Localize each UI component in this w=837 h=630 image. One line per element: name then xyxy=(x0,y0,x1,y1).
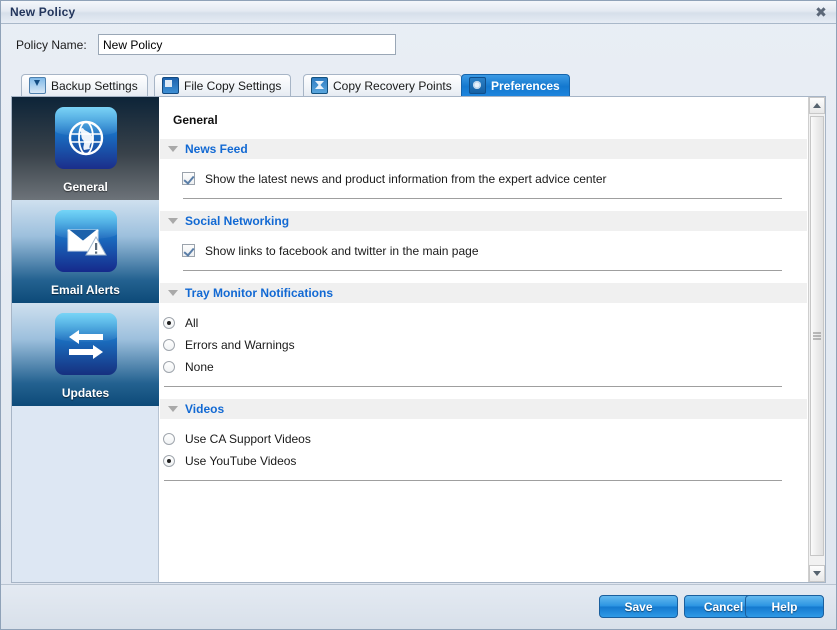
tray-notify-all-radio[interactable] xyxy=(163,317,175,329)
section-tray-monitor-notifications: Tray Monitor Notifications All Errors an… xyxy=(160,283,807,387)
section-videos: Videos Use CA Support Videos Use YouTube… xyxy=(160,399,807,481)
tab-file-copy-settings[interactable]: File Copy Settings xyxy=(154,74,291,96)
section-header[interactable]: Tray Monitor Notifications xyxy=(160,283,807,303)
tray-notify-errors-warnings-radio[interactable] xyxy=(163,339,175,351)
tab-bar: Backup Settings File Copy Settings Copy … xyxy=(11,74,826,97)
section-header[interactable]: Social Networking xyxy=(160,211,807,231)
option-row: All xyxy=(163,312,807,333)
sidebar-item-label: Email Alerts xyxy=(12,283,159,297)
window-titlebar: New Policy ✖ xyxy=(1,1,836,24)
chevron-down-icon xyxy=(168,290,178,296)
chevron-down-icon xyxy=(168,218,178,224)
scroll-up-arrow-icon[interactable] xyxy=(809,97,825,114)
section-title: Tray Monitor Notifications xyxy=(185,286,333,300)
scrollbar-thumb-grip xyxy=(813,333,821,340)
scroll-down-arrow-icon[interactable] xyxy=(809,565,825,582)
page-title: General xyxy=(173,113,218,127)
section-title: Videos xyxy=(185,402,224,416)
option-label: Show the latest news and product informa… xyxy=(205,172,607,186)
section-header[interactable]: News Feed xyxy=(160,139,807,159)
sync-arrows-icon xyxy=(55,313,117,375)
preferences-sidebar: General Em xyxy=(12,97,159,582)
section-title: Social Networking xyxy=(185,214,289,228)
policy-name-label: Policy Name: xyxy=(16,38,87,52)
social-links-checkbox[interactable] xyxy=(182,244,195,257)
scrollbar-thumb[interactable] xyxy=(810,116,824,556)
help-button[interactable]: Help xyxy=(745,595,824,618)
option-label: Errors and Warnings xyxy=(185,338,295,352)
option-row: Show links to facebook and twitter in th… xyxy=(182,240,807,261)
tab-label: Backup Settings xyxy=(51,79,138,93)
use-youtube-videos-radio[interactable] xyxy=(163,455,175,467)
window-title: New Policy xyxy=(10,5,75,19)
divider xyxy=(164,480,782,481)
tab-backup-settings[interactable]: Backup Settings xyxy=(21,74,148,96)
mail-alert-icon xyxy=(55,210,117,272)
section-body: Show the latest news and product informa… xyxy=(160,159,807,199)
preferences-panel: General Em xyxy=(11,96,826,583)
option-label: All xyxy=(185,316,198,330)
tab-label: File Copy Settings xyxy=(184,79,281,93)
policy-name-input[interactable] xyxy=(98,34,396,55)
preferences-content: General News Feed Show the latest news a… xyxy=(160,97,825,582)
section-header[interactable]: Videos xyxy=(160,399,807,419)
option-row: Show the latest news and product informa… xyxy=(182,168,807,189)
section-social-networking: Social Networking Show links to facebook… xyxy=(160,211,807,271)
tab-label: Preferences xyxy=(491,79,560,93)
vertical-scrollbar[interactable] xyxy=(808,97,825,582)
section-news-feed: News Feed Show the latest news and produ… xyxy=(160,139,807,199)
section-body: All Errors and Warnings None xyxy=(160,303,807,387)
sidebar-item-general[interactable]: General xyxy=(12,97,159,200)
section-body: Show links to facebook and twitter in th… xyxy=(160,231,807,271)
preferences-gear-icon xyxy=(469,77,486,94)
use-ca-support-videos-radio[interactable] xyxy=(163,433,175,445)
option-row: None xyxy=(163,356,807,377)
tab-label: Copy Recovery Points xyxy=(333,79,452,93)
option-label: Show links to facebook and twitter in th… xyxy=(205,244,479,258)
settings-sections: News Feed Show the latest news and produ… xyxy=(160,139,807,582)
file-copy-icon xyxy=(162,77,179,94)
sidebar-item-label: Updates xyxy=(12,386,159,400)
section-body: Use CA Support Videos Use YouTube Videos xyxy=(160,419,807,481)
option-row: Use CA Support Videos xyxy=(163,428,807,449)
globe-icon xyxy=(55,107,117,169)
sidebar-item-email-alerts[interactable]: Email Alerts xyxy=(12,200,159,303)
new-policy-dialog: New Policy ✖ Policy Name: Backup Setting… xyxy=(0,0,837,630)
close-icon[interactable]: ✖ xyxy=(812,4,830,21)
tab-copy-recovery-points[interactable]: Copy Recovery Points xyxy=(303,74,462,96)
chevron-down-icon xyxy=(168,406,178,412)
tray-notify-none-radio[interactable] xyxy=(163,361,175,373)
option-label: Use YouTube Videos xyxy=(185,454,296,468)
option-row: Use YouTube Videos xyxy=(163,450,807,471)
news-feed-checkbox[interactable] xyxy=(182,172,195,185)
backup-icon xyxy=(29,77,46,94)
copy-recovery-points-icon xyxy=(311,77,328,94)
option-label: Use CA Support Videos xyxy=(185,432,311,446)
option-label: None xyxy=(185,360,214,374)
dialog-footer: Save Cancel Help xyxy=(1,584,836,629)
policy-name-row: Policy Name: xyxy=(1,25,836,69)
sidebar-item-updates[interactable]: Updates xyxy=(12,303,159,406)
section-title: News Feed xyxy=(185,142,248,156)
chevron-down-icon xyxy=(168,146,178,152)
sidebar-item-label: General xyxy=(12,180,159,194)
save-button[interactable]: Save xyxy=(599,595,678,618)
tab-preferences[interactable]: Preferences xyxy=(461,74,570,96)
option-row: Errors and Warnings xyxy=(163,334,807,355)
